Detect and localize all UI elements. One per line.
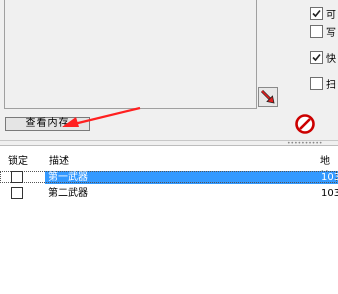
- option-label-4: 扫: [326, 80, 336, 91]
- annotation-arrow-icon: [62, 106, 141, 127]
- column-header-lock[interactable]: 锁定: [8, 152, 28, 167]
- option-checkbox-2[interactable]: [310, 25, 323, 38]
- row-description[interactable]: 第一武器: [48, 171, 88, 184]
- column-header-description[interactable]: 描述: [49, 152, 69, 167]
- add-address-button[interactable]: [258, 87, 278, 107]
- address-row[interactable]: 第一武器 103: [0, 171, 338, 184]
- row-description[interactable]: 第二武器: [48, 187, 88, 200]
- address-row[interactable]: 第二武器 103: [0, 187, 338, 200]
- no-entry-icon: [295, 114, 315, 134]
- option-label-2: 写: [326, 28, 336, 39]
- found-addresses-list[interactable]: [4, 0, 257, 109]
- lock-checkbox[interactable]: [11, 171, 23, 183]
- address-list[interactable]: 锁定 描述 地址 第一武器 103 第二武器 103: [0, 145, 338, 294]
- option-checkbox-3[interactable]: [310, 51, 323, 64]
- row-address[interactable]: 103: [321, 187, 338, 200]
- option-checkbox-1[interactable]: [310, 7, 323, 20]
- lock-checkbox[interactable]: [11, 187, 23, 199]
- option-label-3: 快: [326, 54, 336, 65]
- option-checkbox-4[interactable]: [310, 77, 323, 90]
- clear-list-button[interactable]: [295, 114, 315, 134]
- row-address[interactable]: 103: [321, 171, 338, 184]
- option-label-1: 可: [326, 10, 336, 21]
- red-arrow-down-right-icon: [260, 89, 275, 104]
